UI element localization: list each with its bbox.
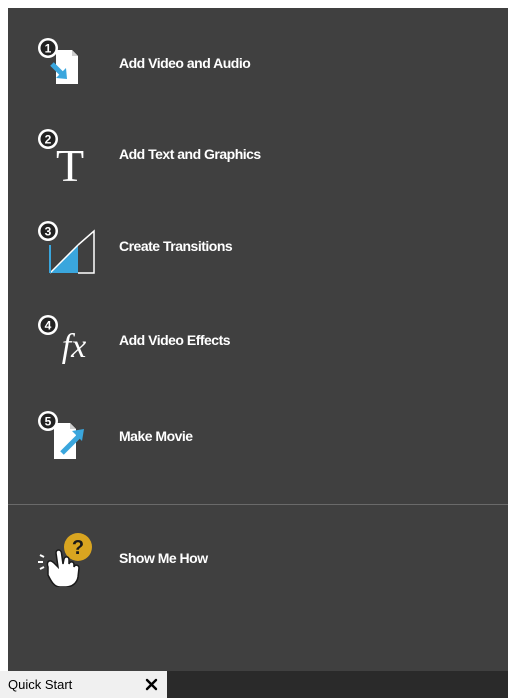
step-label: Make Movie — [119, 428, 193, 444]
step-make-movie[interactable]: 5 Make Movie — [8, 401, 508, 471]
step-add-video-effects[interactable]: fx 4 Add Video Effects — [8, 305, 508, 375]
tab-label: Quick Start — [8, 677, 73, 692]
step-label: Create Transitions — [119, 238, 233, 254]
show-me-how-label: Show Me How — [119, 550, 208, 566]
step-create-transitions[interactable]: 3 Create Transitions — [8, 211, 508, 281]
step-number: 3 — [45, 225, 52, 239]
step-label: Add Video Effects — [119, 332, 231, 348]
hand-question-icon: ? — [38, 533, 92, 587]
svg-text:?: ? — [72, 537, 84, 559]
step-label: Add Text and Graphics — [119, 146, 261, 162]
add-media-icon: 1 — [38, 38, 78, 84]
tab-bar: Quick Start — [0, 671, 508, 698]
svg-text:fx: fx — [62, 328, 87, 365]
svg-text:T: T — [56, 140, 84, 183]
divider — [8, 504, 508, 505]
show-me-how-button[interactable]: ? Show Me How — [8, 523, 508, 593]
transitions-icon: 3 — [38, 221, 95, 274]
step-label: Add Video and Audio — [119, 55, 251, 71]
step-number: 4 — [45, 319, 52, 333]
step-add-video-and-audio[interactable]: 1 Add Video and Audio — [8, 28, 508, 98]
fx-icon: fx 4 — [38, 315, 87, 365]
step-number: 5 — [45, 415, 52, 429]
quick-start-panel: 1 Add Video and Audio T 2 Add Text and G… — [8, 8, 508, 671]
make-movie-icon: 5 — [38, 411, 84, 459]
step-number: 1 — [45, 42, 52, 56]
step-add-text-and-graphics[interactable]: T 2 Add Text and Graphics — [8, 119, 508, 189]
tab-quick-start[interactable]: Quick Start — [0, 671, 167, 698]
close-icon[interactable] — [143, 676, 160, 693]
step-number: 2 — [45, 133, 52, 147]
tab-bar-empty — [167, 671, 508, 698]
text-graphics-icon: T 2 — [38, 129, 84, 183]
